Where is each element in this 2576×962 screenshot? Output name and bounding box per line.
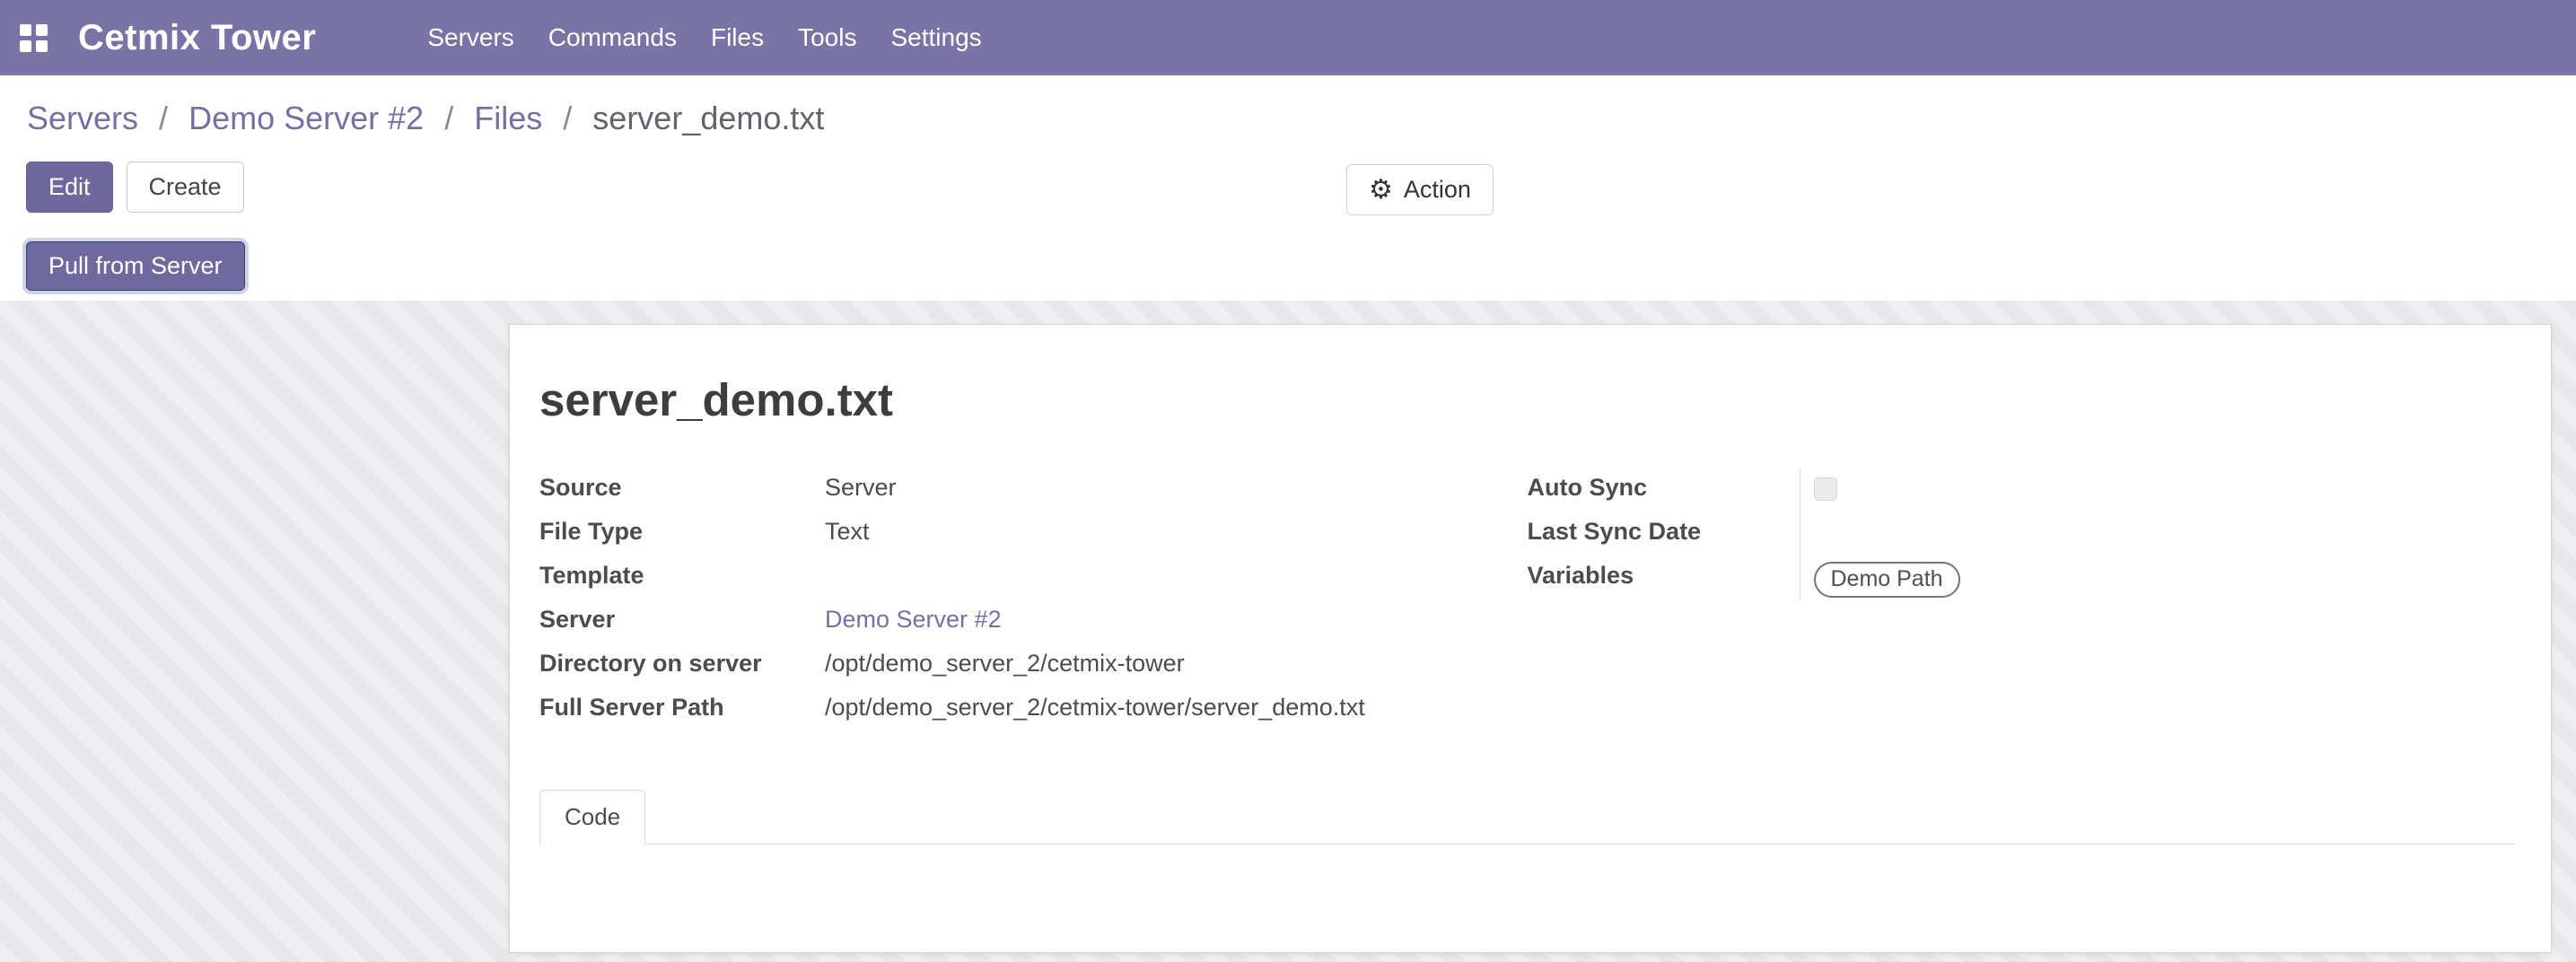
apps-menu-button[interactable] [20, 24, 48, 52]
create-button[interactable]: Create [127, 162, 244, 213]
menu-item-tools[interactable]: Tools [781, 0, 873, 75]
field-value [1800, 512, 2516, 556]
field-label: Directory on server [539, 644, 825, 678]
field-label: Server [539, 600, 825, 634]
field-row-file-type: File Type Text [539, 512, 1528, 556]
breadcrumb-separator: / [159, 100, 168, 136]
content-area: server_demo.txt Source Server File Type … [0, 301, 2576, 962]
variable-tag[interactable]: Demo Path [1814, 562, 1960, 598]
app-brand[interactable]: Cetmix Tower [78, 18, 316, 58]
auto-sync-checkbox[interactable] [1814, 477, 1837, 501]
field-row-auto-sync: Auto Sync [1528, 468, 2516, 512]
field-label: Last Sync Date [1528, 512, 1800, 546]
edit-button[interactable]: Edit [26, 162, 113, 213]
apps-grid-icon [36, 24, 48, 36]
field-value: /opt/demo_server_2/cetmix-tower/server_d… [825, 688, 1528, 732]
breadcrumb-current: server_demo.txt [592, 100, 824, 136]
field-row-last-sync-date: Last Sync Date [1528, 512, 2516, 556]
breadcrumb-servers[interactable]: Servers [27, 100, 138, 136]
control-panel: Servers / Demo Server #2 / Files / serve… [0, 75, 2576, 301]
field-row-server: Server Demo Server #2 [539, 600, 1528, 644]
field-label: Template [539, 556, 825, 590]
apps-grid-icon [36, 40, 48, 52]
field-value: Server [825, 468, 1528, 512]
field-label: File Type [539, 512, 825, 546]
apps-grid-icon [20, 40, 31, 52]
field-label: Variables [1528, 556, 1800, 590]
field-row-directory: Directory on server /opt/demo_server_2/c… [539, 644, 1528, 688]
menu-item-files[interactable]: Files [694, 0, 781, 75]
field-value: /opt/demo_server_2/cetmix-tower [825, 644, 1528, 688]
gear-icon: ⚙ [1369, 177, 1393, 204]
field-row-variables: Variables Demo Path [1528, 556, 2516, 600]
field-group-left: Source Server File Type Text Template Se… [539, 468, 1528, 732]
field-value: Text [825, 512, 1528, 556]
action-button[interactable]: ⚙ Action [1346, 164, 1494, 215]
record-title: server_demo.txt [539, 375, 2515, 425]
field-group-right: Auto Sync Last Sync Date Variables Demo … [1528, 468, 2516, 732]
field-groups: Source Server File Type Text Template Se… [539, 468, 2515, 732]
tab-code[interactable]: Code [539, 790, 645, 844]
breadcrumb-files[interactable]: Files [474, 100, 542, 136]
field-row-source: Source Server [539, 468, 1528, 512]
top-menu: Servers Commands Files Tools Settings [410, 0, 998, 75]
menu-item-commands[interactable]: Commands [531, 0, 694, 75]
action-button-label: Action [1404, 176, 1471, 204]
form-buttons: Edit Create [26, 162, 2576, 213]
menu-item-servers[interactable]: Servers [410, 0, 530, 75]
breadcrumb-separator: / [563, 100, 572, 136]
field-value [825, 556, 1528, 600]
field-value [1800, 468, 2516, 512]
apps-grid-icon [20, 24, 31, 36]
pull-from-server-button[interactable]: Pull from Server [26, 241, 245, 291]
field-label: Auto Sync [1528, 468, 1800, 502]
breadcrumb-demo-server[interactable]: Demo Server #2 [188, 100, 424, 136]
breadcrumb-separator: / [444, 100, 453, 136]
form-sheet: server_demo.txt Source Server File Type … [509, 324, 2552, 953]
menu-item-settings[interactable]: Settings [873, 0, 998, 75]
top-navbar: Cetmix Tower Servers Commands Files Tool… [0, 0, 2576, 75]
field-row-template: Template [539, 556, 1528, 600]
field-row-full-path: Full Server Path /opt/demo_server_2/cetm… [539, 688, 1528, 732]
notebook: Code [539, 790, 2515, 844]
field-value: Demo Path [1800, 556, 2516, 600]
field-label: Full Server Path [539, 688, 825, 722]
field-label: Source [539, 468, 825, 502]
server-link[interactable]: Demo Server #2 [825, 600, 1528, 644]
breadcrumb: Servers / Demo Server #2 / Files / serve… [0, 75, 2576, 136]
notebook-tabs: Code [539, 790, 2515, 844]
